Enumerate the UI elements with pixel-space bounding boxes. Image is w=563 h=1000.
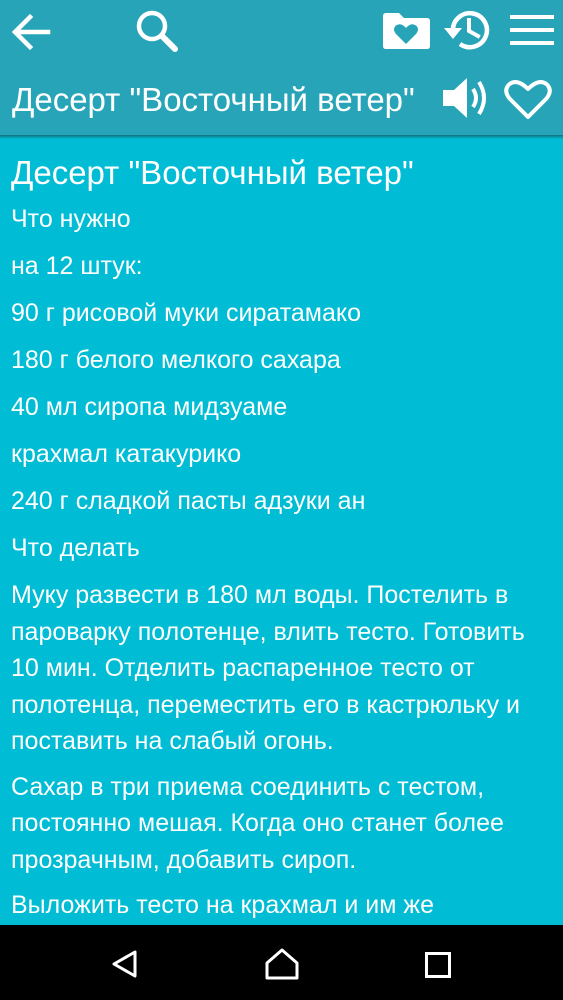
ingredient-line: крахмал катакурико — [11, 440, 242, 468]
system-navigation-bar — [0, 925, 563, 1000]
ingredient-line: 180 г белого мелкого сахара — [11, 346, 341, 374]
app-bar: Десерт "Восточный ветер" — [0, 0, 563, 135]
hamburger-menu-icon[interactable] — [509, 14, 555, 46]
nav-back-triangle-icon[interactable] — [110, 949, 140, 979]
ingredient-line: 90 г рисовой муки сиратамако — [11, 299, 362, 327]
step-paragraph: Муку развести в 180 мл воды. Постелить в… — [11, 581, 525, 755]
folder-heart-icon[interactable] — [381, 12, 431, 50]
step-paragraph: Сахар в три приема соединить с тестом, п… — [11, 772, 504, 874]
page-title: Десерт "Восточный ветер" — [12, 81, 415, 118]
ingredient-line: 240 г сладкой пасты адзуки ан — [11, 487, 366, 515]
section-heading-steps: Что делать — [11, 534, 140, 562]
speaker-icon[interactable] — [440, 75, 492, 121]
nav-home-icon[interactable] — [264, 947, 300, 981]
recipe-content[interactable]: Десерт "Восточный ветер" Что нужно на 12… — [0, 135, 563, 925]
nav-recents-square-icon[interactable] — [424, 951, 452, 979]
step-paragraph: Выложить тесто на крахмал и им же — [11, 891, 434, 919]
app-bar-shadow — [0, 135, 563, 139]
heart-outline-icon[interactable] — [502, 76, 554, 122]
section-heading-ingredients: Что нужно — [11, 205, 131, 233]
arrow-left-icon[interactable] — [10, 12, 52, 52]
servings-line: на 12 штук: — [11, 252, 143, 280]
history-icon[interactable] — [442, 6, 494, 54]
recipe-title: Десерт "Восточный ветер" — [11, 154, 414, 191]
ingredient-line: 40 мл сиропа мидзуаме — [11, 393, 288, 421]
search-icon[interactable] — [134, 8, 180, 54]
